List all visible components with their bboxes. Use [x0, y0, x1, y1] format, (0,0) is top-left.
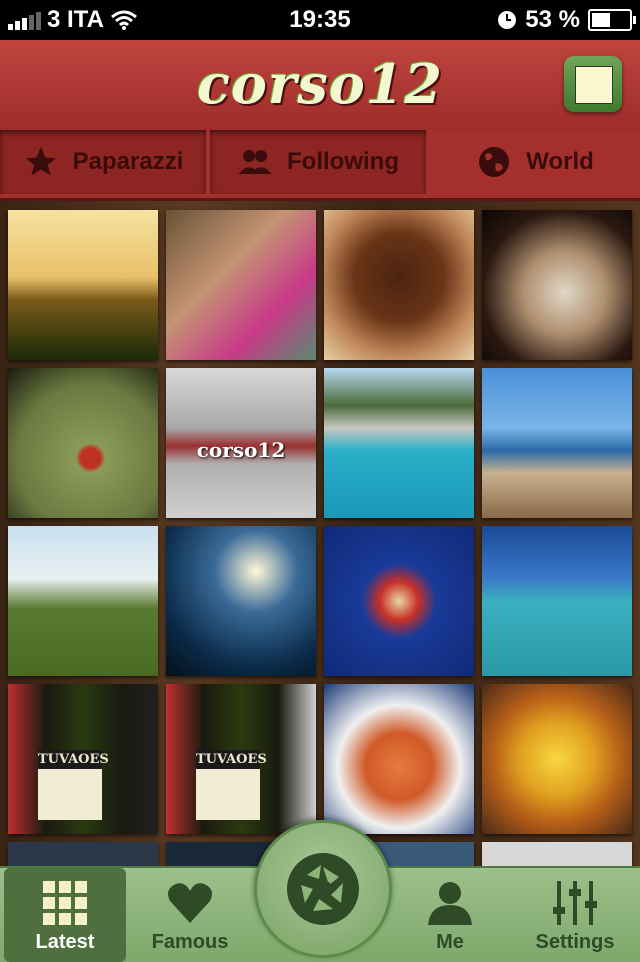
battery-percent: 53 %: [525, 6, 580, 33]
tab-me[interactable]: Me: [390, 868, 510, 962]
tab-label: Me: [436, 931, 464, 953]
segment-world[interactable]: World: [430, 130, 640, 194]
app-logo-title: corso12: [197, 52, 443, 116]
status-bar: 3 ITA 19:35 53 %: [0, 0, 640, 40]
photo-tile[interactable]: [482, 526, 632, 676]
star-icon: [25, 147, 56, 176]
battery-icon: [588, 9, 636, 31]
logo-tile-text: corso12: [196, 438, 286, 462]
view-toggle-button[interactable]: [564, 56, 622, 112]
app-header: corso12: [0, 40, 640, 132]
square-icon: [575, 66, 613, 104]
tab-settings[interactable]: Settings: [514, 868, 636, 962]
wine-label: TUVAOES: [196, 750, 267, 820]
clock-icon: [498, 11, 517, 29]
photo-tile[interactable]: [8, 526, 158, 676]
wine-label: TUVAOES: [38, 750, 109, 820]
segment-label: Following: [287, 148, 399, 175]
photo-tile[interactable]: TUVAOES: [8, 684, 158, 834]
feed-segmented-control: Paparazzi Following World: [0, 130, 640, 201]
photo-grid: corso12 TUVAOES TUVAOES: [0, 201, 640, 866]
heart-icon: [168, 883, 212, 923]
photo-tile[interactable]: [8, 368, 158, 518]
photo-tile[interactable]: [324, 526, 474, 676]
photo-tile[interactable]: [324, 210, 474, 360]
tab-famous[interactable]: Famous: [128, 868, 252, 962]
grid-icon: [43, 881, 87, 925]
segment-following[interactable]: Following: [210, 130, 426, 194]
photo-tile[interactable]: [166, 526, 316, 676]
segment-paparazzi[interactable]: Paparazzi: [0, 130, 206, 194]
person-icon: [428, 882, 472, 925]
camera-button[interactable]: [254, 820, 392, 958]
photo-tile[interactable]: [324, 368, 474, 518]
people-icon: [238, 150, 272, 174]
segment-label: World: [526, 148, 594, 175]
photo-tile[interactable]: [482, 684, 632, 834]
photo-tile[interactable]: corso12: [166, 368, 316, 518]
tab-latest[interactable]: Latest: [4, 868, 126, 962]
photo-tile[interactable]: TUVAOES: [166, 684, 316, 834]
battery-fill: [592, 13, 610, 27]
photo-tile[interactable]: [482, 368, 632, 518]
status-right: 53 %: [497, 6, 636, 34]
photo-tile[interactable]: [482, 210, 632, 360]
segment-label: Paparazzi: [72, 148, 184, 175]
photo-tile[interactable]: [324, 684, 474, 834]
tab-label: Famous: [151, 931, 229, 953]
globe-icon: [479, 147, 510, 177]
camera-shutter-icon: [287, 853, 359, 925]
photo-tile[interactable]: [166, 210, 316, 360]
sliders-icon: [553, 881, 597, 925]
photo-tile[interactable]: [482, 842, 632, 866]
photo-tile[interactable]: [8, 210, 158, 360]
photo-tile[interactable]: [8, 842, 158, 866]
tab-label: Latest: [35, 931, 95, 953]
tab-label: Settings: [535, 931, 615, 953]
